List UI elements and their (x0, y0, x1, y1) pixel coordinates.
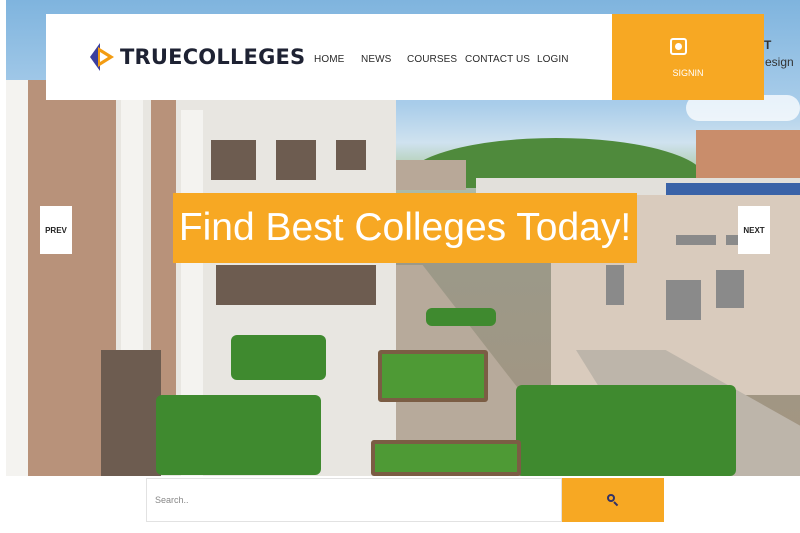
slider-prev-button[interactable]: PREV (40, 206, 72, 254)
nav-item-home[interactable]: HOME (314, 54, 344, 65)
nav-item-contact-us[interactable]: CONTACT US (465, 54, 530, 65)
site-logo[interactable]: TRUECOLLEGES (88, 41, 305, 73)
hedge (516, 385, 736, 476)
solar-panels (666, 183, 800, 195)
logo-mark-icon (88, 41, 116, 73)
site-header: TRUECOLLEGES HOME NEWS COURSES CONTACT U… (46, 14, 612, 100)
nav-item-news[interactable]: NEWS (361, 54, 391, 65)
user-square-icon (670, 38, 687, 55)
window (606, 265, 624, 305)
signin-label: SIGNIN (672, 68, 704, 78)
balcony-opening (211, 140, 256, 180)
balcony-opening (336, 140, 366, 170)
search-input[interactable] (146, 478, 562, 522)
search-button[interactable] (562, 478, 664, 522)
column (6, 80, 28, 476)
window (716, 270, 744, 308)
doorway (101, 350, 161, 476)
window (676, 235, 716, 245)
search-icon (607, 494, 619, 507)
hedge (231, 335, 326, 380)
hero-title: Find Best Colleges Today! (173, 193, 637, 263)
balcony-opening (276, 140, 316, 180)
slider-next-button[interactable]: NEXT (738, 206, 770, 254)
garden-bed (371, 440, 521, 476)
nav-item-login[interactable]: LOGIN (537, 54, 569, 65)
garden-bed (378, 350, 488, 402)
far-building (696, 130, 800, 185)
nav-item-courses[interactable]: COURSES (407, 54, 457, 65)
window (666, 280, 701, 320)
logo-text: TRUECOLLEGES (120, 45, 306, 69)
hedge (426, 308, 496, 326)
ground-floor-opening (216, 265, 376, 305)
signin-button[interactable]: SIGNIN (612, 14, 764, 100)
offpage-fragment-top: T (764, 38, 772, 52)
mid-building (396, 160, 466, 190)
offpage-fragment: esign (765, 55, 794, 69)
hedge (156, 395, 321, 475)
